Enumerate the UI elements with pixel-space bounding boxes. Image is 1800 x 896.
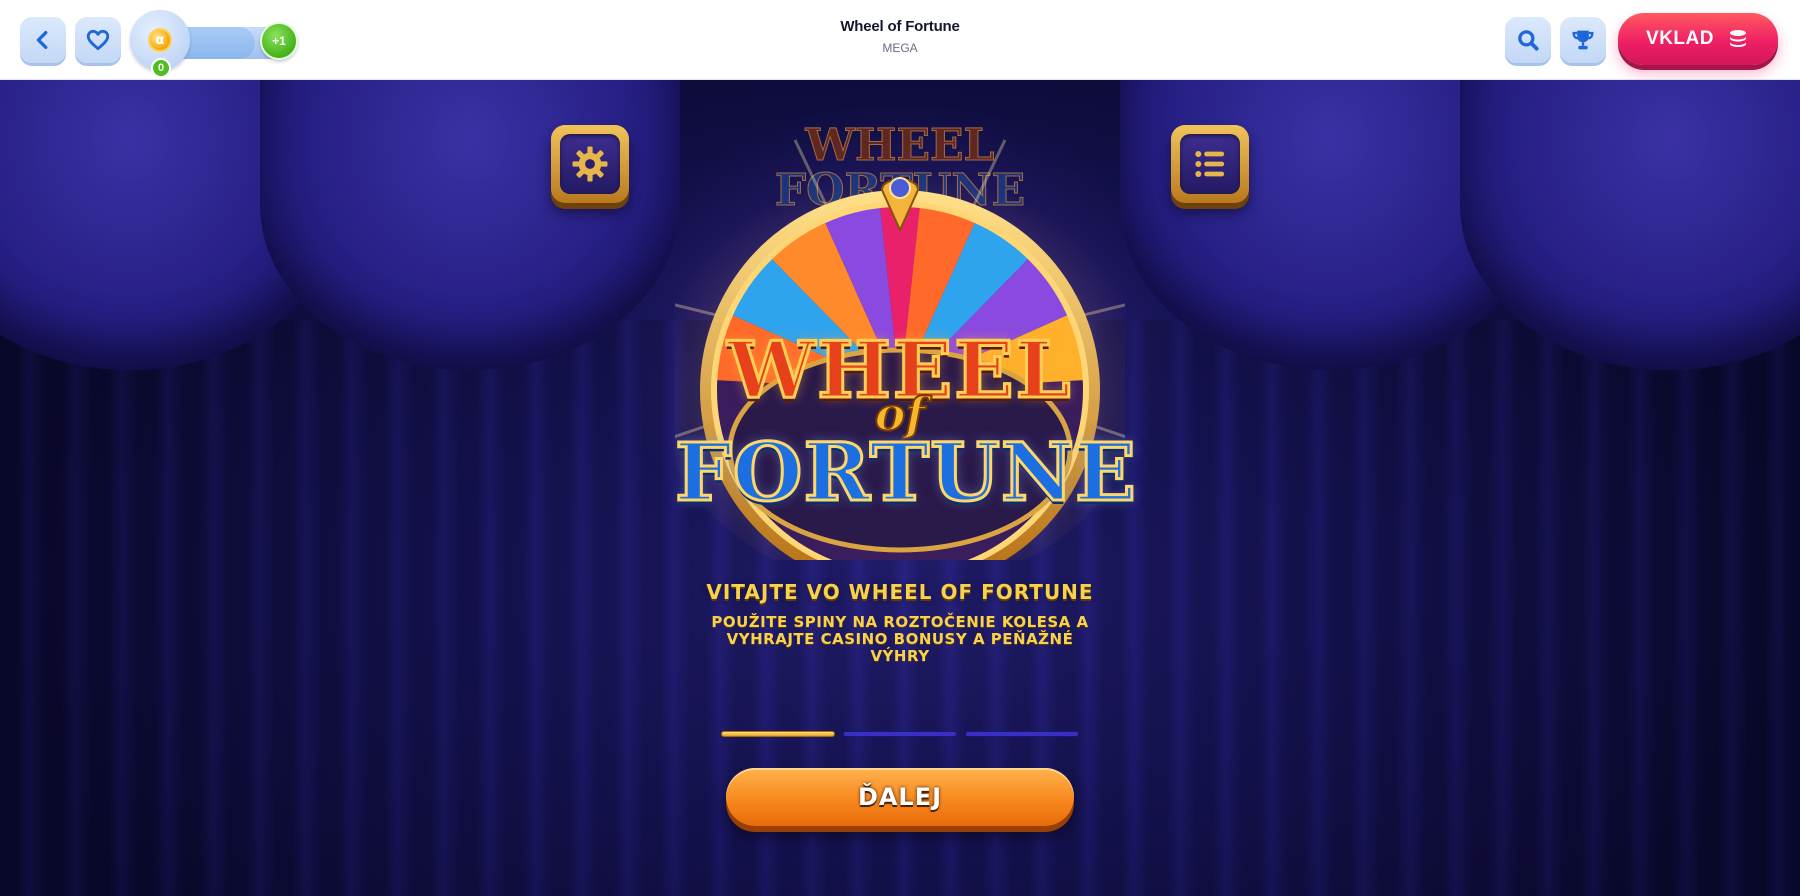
list-icon xyxy=(1195,151,1225,177)
search-button[interactable] xyxy=(1505,17,1551,63)
title-block: Wheel of Fortune MEGA xyxy=(700,18,1100,55)
coins-icon xyxy=(1729,30,1746,47)
welcome-message: VITAJTE VO WHEEL OF FORTUNE POUŽITE SPIN… xyxy=(600,580,1200,665)
search-icon xyxy=(1518,30,1539,51)
trophy-button[interactable] xyxy=(1560,17,1606,63)
page-title: Wheel of Fortune xyxy=(840,18,960,35)
page-subtitle: MEGA xyxy=(882,41,918,55)
gear-icon xyxy=(572,146,608,182)
chevron-left-icon xyxy=(36,31,48,49)
deposit-button[interactable]: VKLAD xyxy=(1618,13,1778,65)
back-button[interactable] xyxy=(20,17,66,63)
settings-button-inner xyxy=(560,134,620,194)
welcome-text: POUŽITE SPINY NA ROZTOČENIE KOLESA A VYH… xyxy=(711,613,1089,665)
onboarding-steps xyxy=(721,731,1079,737)
level-count-badge: 0 xyxy=(151,58,171,78)
heart-icon xyxy=(86,29,110,51)
deposit-label: VKLAD xyxy=(1646,28,1714,49)
game-stage: WHEEL FORTUNE xyxy=(0,80,1800,896)
level-plus-badge[interactable]: +1 xyxy=(260,22,298,60)
menu-button[interactable] xyxy=(1171,125,1249,203)
favorite-button[interactable] xyxy=(75,17,121,63)
game-logo: WHEEL FORTUNE xyxy=(674,100,1138,560)
coin-icon: α xyxy=(148,28,172,52)
trophy-icon xyxy=(1572,30,1594,50)
step-indicator xyxy=(965,731,1079,737)
top-bar: α 0 +1 Wheel of Fortune MEGA VKLAD xyxy=(0,0,1800,80)
step-indicator xyxy=(721,731,835,737)
next-button[interactable]: ĎALEJ xyxy=(726,768,1074,826)
menu-button-inner xyxy=(1180,134,1240,194)
settings-button[interactable] xyxy=(551,125,629,203)
logo-word-fortune: FORTUNE xyxy=(674,424,1138,521)
level-progress[interactable]: α 0 +1 xyxy=(130,10,300,78)
welcome-title: VITAJTE VO WHEEL OF FORTUNE xyxy=(706,580,1094,604)
step-indicator xyxy=(843,731,957,737)
next-button-label: ĎALEJ xyxy=(857,783,943,811)
